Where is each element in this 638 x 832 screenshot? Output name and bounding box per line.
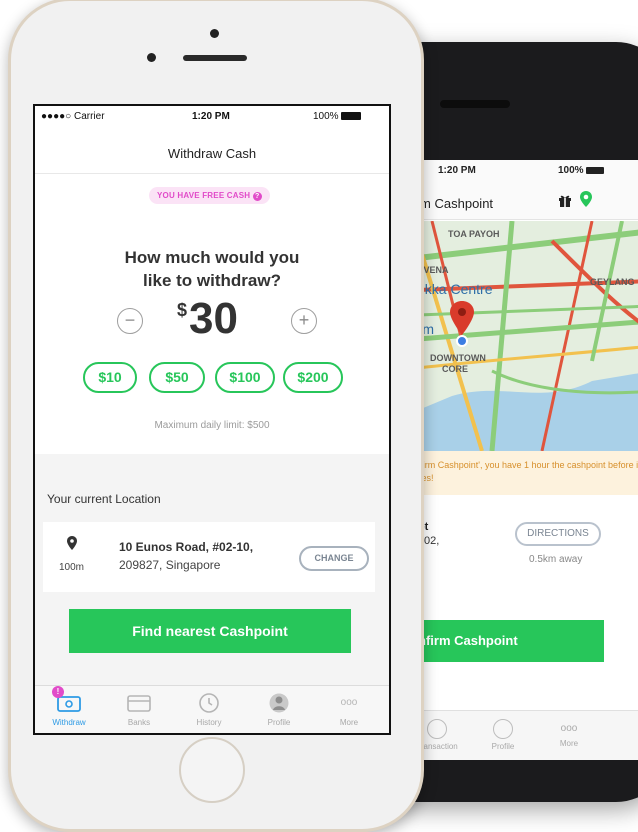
page-title: Withdraw Cash [167, 146, 257, 161]
map-pin-icon[interactable] [580, 191, 592, 207]
back-tab-bar: Transaction Profile ooo More [392, 710, 638, 760]
front-camera [210, 29, 219, 38]
tab-bar: ! Withdraw Banks History Profile ooo Mor… [35, 685, 389, 733]
tab-withdraw[interactable]: ! Withdraw [39, 686, 99, 727]
more-dots-icon: ooo [560, 723, 578, 734]
battery-icon [340, 112, 361, 120]
free-cash-badge[interactable]: YOU HAVE FREE CASH ? [149, 187, 270, 204]
amount-value: 30 [189, 294, 238, 343]
directions-button[interactable]: DIRECTIONS [515, 522, 601, 546]
tab-banks[interactable]: Banks [109, 692, 169, 727]
question-line-2: like to withdraw? [143, 271, 281, 290]
question-line-1: How much would you [124, 248, 300, 267]
back-tab-label: More [559, 739, 579, 748]
distance-text: 0.5km away [529, 554, 583, 565]
quick-amount-200[interactable]: $200 [283, 362, 343, 393]
back-tab-label: Profile [491, 742, 515, 751]
clock-icon [199, 693, 219, 713]
tab-label: More [339, 718, 359, 727]
location-card: 100m 10 Eunos Road, #02-10, 209827, Sing… [43, 522, 375, 592]
status-bar: ●●●●○ Carrier 1:20 PM 100% [35, 106, 389, 126]
clock-icon [427, 719, 447, 739]
map-view[interactable]: TOA PAYOH NOVENA Tekka Centre GEYLANG us… [392, 221, 638, 451]
battery-icon [585, 167, 604, 174]
notification-badge: ! [52, 686, 64, 698]
map-label-downtown: DOWNTOWN [430, 353, 486, 363]
map-label-toa-payoh: TOA PAYOH [448, 229, 500, 239]
decrease-amount-button[interactable]: − [117, 308, 143, 334]
daily-limit-text: Maximum daily limit: $500 [154, 420, 270, 431]
amount-display: $ 30 [173, 294, 269, 344]
tab-label: Banks [127, 718, 151, 727]
map-label-core: CORE [442, 364, 469, 374]
tab-history[interactable]: History [179, 692, 239, 727]
mockup-stage: 1:20 PM 100% nfirm Cashpoint TOA PAYOH N… [0, 0, 638, 832]
quick-amount-100[interactable]: $100 [215, 362, 275, 393]
tab-label: Profile [267, 718, 291, 727]
front-sensor [147, 53, 156, 62]
currency-symbol: $ [177, 300, 188, 320]
quick-amount-10[interactable]: $10 [83, 362, 137, 393]
back-phone-speaker [440, 100, 510, 108]
location-heading: Your current Location [47, 492, 161, 506]
battery-text: 100% [313, 111, 339, 122]
back-header: nfirm Cashpoint [392, 180, 638, 220]
tab-label: History [196, 718, 222, 727]
badge-text: YOU HAVE FREE CASH [157, 191, 251, 200]
location-distance: 100m [59, 562, 85, 573]
address-line-2: 209827, Singapore [119, 558, 221, 572]
tab-label: Withdraw [52, 718, 86, 727]
map-label-geylang: GEYLANG [590, 277, 635, 287]
gift-icon[interactable] [558, 193, 572, 207]
help-icon[interactable]: ? [252, 192, 262, 201]
back-phone-screen: 1:20 PM 100% nfirm Cashpoint TOA PAYOH N… [392, 160, 638, 760]
home-button[interactable] [179, 737, 245, 803]
back-status-time: 1:20 PM [438, 165, 476, 176]
increase-amount-button[interactable]: + [291, 308, 317, 334]
profile-icon [269, 693, 289, 713]
quick-amount-chips: $10 $50 $100 $200 [83, 362, 343, 394]
front-phone: ●●●●○ Carrier 1:20 PM 100% Withdraw Cash… [8, 0, 424, 832]
change-location-button[interactable]: CHANGE [299, 546, 369, 571]
address-line-1: 10 Eunos Road, #02-10, [119, 540, 254, 554]
find-cashpoint-button[interactable]: Find nearest Cashpoint [69, 609, 351, 653]
location-pin-icon [67, 536, 77, 550]
quick-amount-50[interactable]: $50 [149, 362, 205, 393]
status-carrier: ●●●●○ Carrier [41, 111, 105, 122]
back-tab-more[interactable]: ooo More [544, 719, 594, 748]
back-tab-profile[interactable]: Profile [478, 719, 528, 751]
status-battery: 100% [313, 111, 361, 122]
card-icon [127, 695, 151, 712]
front-phone-screen: ●●●●○ Carrier 1:20 PM 100% Withdraw Cash… [33, 104, 391, 735]
nav-bar: Withdraw Cash [35, 126, 389, 174]
withdraw-question: How much would you like to withdraw? [35, 246, 389, 292]
expiry-notice: 'Confirm Cashpoint', you have 1 hour the… [392, 451, 638, 495]
back-status-bar: 1:20 PM 100% [392, 160, 638, 180]
location-marker-icon[interactable] [450, 301, 474, 347]
tab-more[interactable]: ooo More [319, 692, 379, 727]
profile-icon [493, 719, 513, 739]
status-time: 1:20 PM [192, 111, 230, 122]
more-dots-icon: ooo [340, 697, 358, 708]
back-status-battery: 100% [558, 165, 604, 176]
front-speaker [183, 55, 247, 61]
back-battery-text: 100% [558, 165, 584, 176]
location-section: Your current Location 100m 10 Eunos Road… [35, 454, 389, 689]
tab-profile[interactable]: Profile [249, 692, 309, 727]
